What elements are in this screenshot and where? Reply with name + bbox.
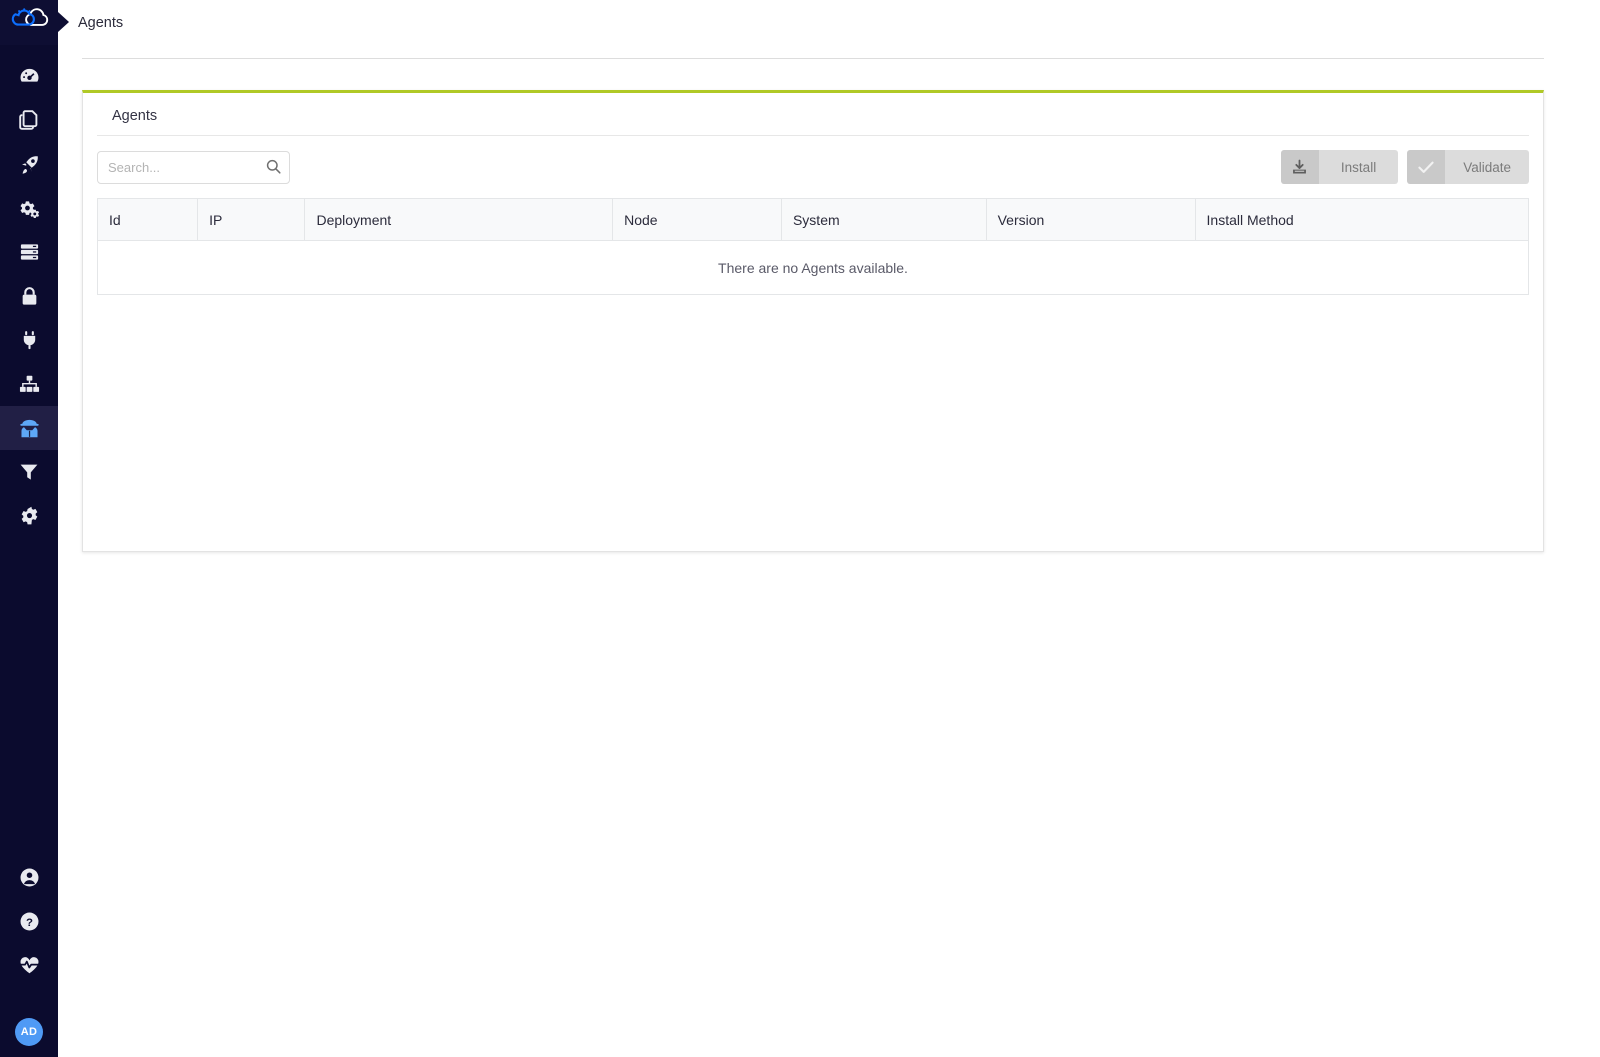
heartbeat-health-icon xyxy=(19,955,40,975)
column-header-id[interactable]: Id xyxy=(97,198,199,241)
rocket-icon xyxy=(19,154,40,175)
sidebar-item-health[interactable] xyxy=(0,943,58,987)
top-header: Agents xyxy=(58,0,1600,45)
sidebar-item-filters[interactable] xyxy=(0,450,58,494)
search-input[interactable] xyxy=(97,150,290,184)
documents-copy-icon xyxy=(19,109,39,131)
check-icon xyxy=(1407,150,1446,184)
sidebar-item-agents[interactable] xyxy=(0,406,58,450)
column-header-ip[interactable]: IP xyxy=(197,198,306,241)
sidebar-item-dashboard[interactable] xyxy=(0,54,58,98)
svg-text:?: ? xyxy=(26,916,33,928)
sidebar-item-help[interactable]: ? xyxy=(0,899,58,943)
cloud-gear-logo-icon xyxy=(9,6,49,39)
validate-button-label: Validate xyxy=(1445,150,1529,184)
column-header-version[interactable]: Version xyxy=(986,198,1196,241)
dashboard-gauge-icon xyxy=(19,66,40,87)
agent-spy-icon xyxy=(19,418,40,439)
agents-table-body: There are no Agents available. xyxy=(97,240,1529,295)
breadcrumb: Agents xyxy=(78,14,124,31)
gear-settings-icon xyxy=(19,506,40,527)
empty-state-row: There are no Agents available. xyxy=(97,240,1529,295)
server-stack-icon xyxy=(19,242,40,262)
agents-table-head: Id IP Deployment Node System Version Ins… xyxy=(97,198,1529,241)
header-divider xyxy=(82,58,1544,59)
sidebar-item-services[interactable] xyxy=(0,186,58,230)
agents-panel: Agents Install xyxy=(82,90,1544,552)
filter-funnel-icon xyxy=(19,462,39,482)
column-header-deployment[interactable]: Deployment xyxy=(304,198,614,241)
panel-title: Agents xyxy=(97,93,1529,136)
sidebar-nav-bottom: ? xyxy=(0,855,58,1007)
column-header-system[interactable]: System xyxy=(781,198,987,241)
action-buttons: Install Validate xyxy=(1280,150,1529,184)
sidebar-item-account[interactable] xyxy=(0,855,58,899)
sidebar-nav-main xyxy=(0,54,58,538)
validate-button[interactable]: Validate xyxy=(1407,150,1529,184)
app-logo[interactable] xyxy=(0,0,69,45)
sidebar-item-integrations[interactable] xyxy=(0,318,58,362)
sidebar: ? AD xyxy=(0,0,69,1057)
download-tray-icon xyxy=(1280,150,1319,184)
install-button-label: Install xyxy=(1318,150,1399,184)
gears-icon xyxy=(18,198,40,219)
lock-icon xyxy=(20,286,39,307)
sidebar-item-topology[interactable] xyxy=(0,362,58,406)
user-circle-icon xyxy=(19,867,40,888)
breadcrumb-arrow-icon xyxy=(58,12,69,32)
sitemap-icon xyxy=(19,374,40,394)
empty-state-message: There are no Agents available. xyxy=(97,240,1529,295)
agents-table: Id IP Deployment Node System Version Ins… xyxy=(97,198,1529,295)
avatar-initials: AD xyxy=(15,1018,43,1046)
agents-table-wrap: Id IP Deployment Node System Version Ins… xyxy=(97,198,1529,295)
plug-icon xyxy=(20,329,39,351)
column-header-install-method[interactable]: Install Method xyxy=(1195,198,1529,241)
panel-toolbar: Install Validate xyxy=(83,136,1543,198)
sidebar-item-security[interactable] xyxy=(0,274,58,318)
table-header-row: Id IP Deployment Node System Version Ins… xyxy=(97,198,1529,241)
sidebar-item-documents[interactable] xyxy=(0,98,58,142)
search-box xyxy=(97,150,290,184)
sidebar-item-deployments[interactable] xyxy=(0,142,58,186)
help-question-icon: ? xyxy=(19,911,40,932)
user-avatar[interactable]: AD xyxy=(0,1007,58,1057)
sidebar-item-settings[interactable] xyxy=(0,494,58,538)
install-button[interactable]: Install xyxy=(1280,150,1399,184)
column-header-node[interactable]: Node xyxy=(612,198,782,241)
sidebar-item-servers[interactable] xyxy=(0,230,58,274)
